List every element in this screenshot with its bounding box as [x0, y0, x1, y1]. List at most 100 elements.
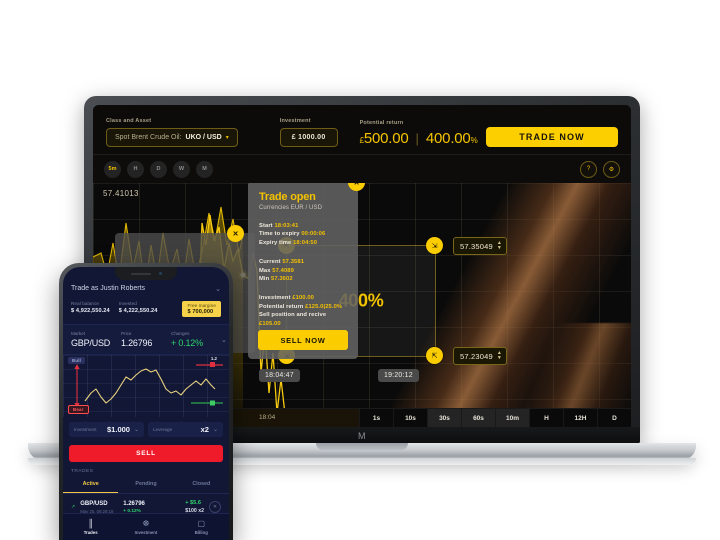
market-value: GBP/USD — [71, 338, 111, 348]
timeframe-d[interactable]: D — [150, 160, 167, 178]
free-margin-badge: Free margine $ 700,000 — [182, 301, 221, 317]
timeframe-5m[interactable]: 5m — [104, 160, 121, 178]
chart-current-price: 57.41013 — [103, 189, 139, 198]
timeframe-h[interactable]: H — [127, 160, 144, 178]
nav-trades-label: Trades — [83, 530, 98, 535]
zoom-12h[interactable]: 12H — [563, 409, 597, 427]
trade-open-timing: Start 18:03:41 Time to expiry 00:00:06 E… — [259, 222, 347, 247]
phone-investment-label: Investment — [74, 427, 97, 432]
phone-screen: Trade as Justin Roberts ⌄ Real balance $… — [63, 267, 229, 540]
phone-leverage-label: Leverage — [153, 427, 173, 432]
price-cell: Price 1.26796 — [121, 331, 165, 348]
row-price: 1.26796 — [123, 500, 145, 507]
timeframe-m[interactable]: M — [196, 160, 213, 178]
asset-select[interactable]: Spot Brent Crude Oil: UKO / USD ▾ — [106, 128, 238, 147]
phone-notch — [115, 267, 177, 280]
phone-investment-value: $1.000 — [107, 425, 130, 434]
zoom-d[interactable]: D — [597, 409, 631, 427]
price-lower-value: 57.23049 — [460, 351, 493, 361]
price-label: Price — [121, 331, 132, 336]
investment-icon: ☸ — [142, 519, 150, 528]
price-upper-tag[interactable]: 57.35049 ▲ ▼ — [453, 237, 508, 255]
price-upper-value: 57.35049 — [460, 241, 493, 251]
investment-input[interactable]: £ 1000.00 — [279, 128, 338, 147]
tab-closed[interactable]: Closed — [174, 477, 229, 493]
gear-icon[interactable]: ⚙ — [603, 160, 620, 178]
row-price-cell: 1.26796 + 0.12% — [123, 501, 157, 514]
return-divider: | — [415, 131, 419, 146]
chevron-down-icon-leverage: ⌄ — [212, 427, 218, 433]
phone-market-row[interactable]: Market GBP/USD Price 1.26796 Changes + 0… — [63, 324, 229, 355]
price-lower-tag[interactable]: 57.23049 ▲ ▼ — [453, 347, 508, 365]
real-balance-label: Real balance — [71, 301, 100, 306]
zoom-10m[interactable]: 10m — [495, 409, 529, 427]
expiry-in-label: Time to expiry — [259, 231, 300, 238]
phone-chart[interactable]: Bull Bear 1.2 — [63, 355, 229, 417]
phone-leverage-input[interactable]: Leverage x2 ⌄ — [148, 422, 223, 437]
row-pl: + $5.6 — [185, 500, 201, 506]
trade-open-subtitle: Currencies EUR / USD — [259, 205, 323, 211]
help-icon[interactable]: ? — [580, 160, 597, 178]
zoom-h[interactable]: H — [529, 409, 563, 427]
trade-open-money: Investment £100.00 Potential return £125… — [259, 294, 347, 328]
close-icon[interactable]: ✕ — [227, 225, 244, 242]
speaker-icon — [130, 272, 151, 275]
row-pair: GBP/USD — [80, 500, 108, 507]
asset-pair: UKO / USD — [185, 134, 222, 141]
return-percent-value: 400.00 — [425, 130, 471, 147]
max-value: 57.4089 — [272, 267, 294, 274]
phone-bottom-nav: ║ Trades ☸ Investment ▢ Billing — [63, 513, 229, 540]
zoom-1s[interactable]: 1s — [359, 409, 393, 427]
zoom-30s[interactable]: 30s — [427, 409, 461, 427]
class-and-asset-label: Class and Asset — [106, 118, 152, 124]
billing-icon: ▢ — [197, 519, 206, 528]
row-close-icon[interactable]: ✕ — [209, 501, 221, 513]
nav-trades[interactable]: ║ Trades — [63, 519, 118, 535]
tab-active[interactable]: Active — [63, 477, 119, 493]
phone-investment-input[interactable]: Investment $1.000 ⌄ — [69, 422, 144, 437]
bull-marker[interactable]: Bull — [68, 357, 86, 364]
trade-open-title: Trade open — [259, 191, 316, 203]
bear-marker[interactable]: Bear — [68, 405, 89, 414]
nav-billing[interactable]: ▢ Billing — [174, 519, 229, 535]
phone-leverage-value: x2 — [200, 425, 209, 434]
selection-handle-top-right[interactable]: ⇲ — [426, 237, 443, 254]
min-label: Min — [259, 276, 270, 283]
investment-label: Investment — [279, 118, 311, 124]
potential-return-values: £500.00 | 400.00% — [360, 130, 478, 147]
nav-investment[interactable]: ☸ Investment — [118, 519, 173, 535]
timeframe-w[interactable]: W — [173, 160, 190, 178]
selection-handle-bottom-right[interactable]: ⇱ — [426, 347, 443, 364]
direction-up-icon: ↗ — [71, 504, 76, 510]
tab-pending[interactable]: Pending — [118, 477, 173, 493]
free-margin-value: $ 700,000 — [187, 309, 214, 315]
zoom-options: 1s 10s 30s 60s 10m H 12H D — [359, 409, 631, 427]
real-balance-value: $ 4,922,550.24 — [71, 308, 110, 314]
current-value: 57.3581 — [282, 259, 305, 266]
expiry-time-label: Expiry time — [259, 239, 292, 246]
expiry-in-value: 00:00:06 — [301, 231, 326, 238]
to-potential-label: Potential return — [259, 303, 304, 310]
real-balance: Real balance $ 4,922,550.24 — [71, 301, 110, 314]
level-high-label: 1.2 — [210, 356, 217, 361]
time-end-tag: 19:20:12 — [378, 369, 419, 382]
zoom-60s[interactable]: 60s — [461, 409, 495, 427]
invested-label: Invested — [118, 301, 137, 306]
nav-billing-label: Billing — [194, 530, 208, 535]
phone-sell-button[interactable]: SELL — [69, 445, 223, 462]
trade-now-button[interactable]: TRADE NOW — [486, 127, 618, 147]
chevron-down-icon-market[interactable]: ⌄ — [221, 336, 227, 344]
chevron-down-icon-account: ⌄ — [215, 285, 221, 293]
app-top-bar: Class and Asset Spot Brent Crude Oil: UK… — [93, 105, 631, 155]
market-label: Market — [71, 331, 86, 336]
phone-balances: Real balance $ 4,922,550.24 Invested $ 4… — [63, 297, 229, 324]
screenshot-stage: Class and Asset Spot Brent Crude Oil: UK… — [0, 0, 720, 540]
stepper-icon[interactable]: ▲ ▼ — [497, 241, 502, 251]
stepper-icon-2[interactable]: ▲ ▼ — [497, 351, 502, 361]
zoom-10s[interactable]: 10s — [393, 409, 427, 427]
to-sell-label: Sell position and recive — [259, 312, 327, 319]
return-amount-value: 500.00 — [363, 130, 409, 147]
sell-now-button[interactable]: SELL NOW — [258, 330, 348, 350]
phone-account-header[interactable]: Trade as Justin Roberts ⌄ — [63, 280, 229, 297]
chevron-down-icon-investment: ⌄ — [133, 427, 139, 433]
